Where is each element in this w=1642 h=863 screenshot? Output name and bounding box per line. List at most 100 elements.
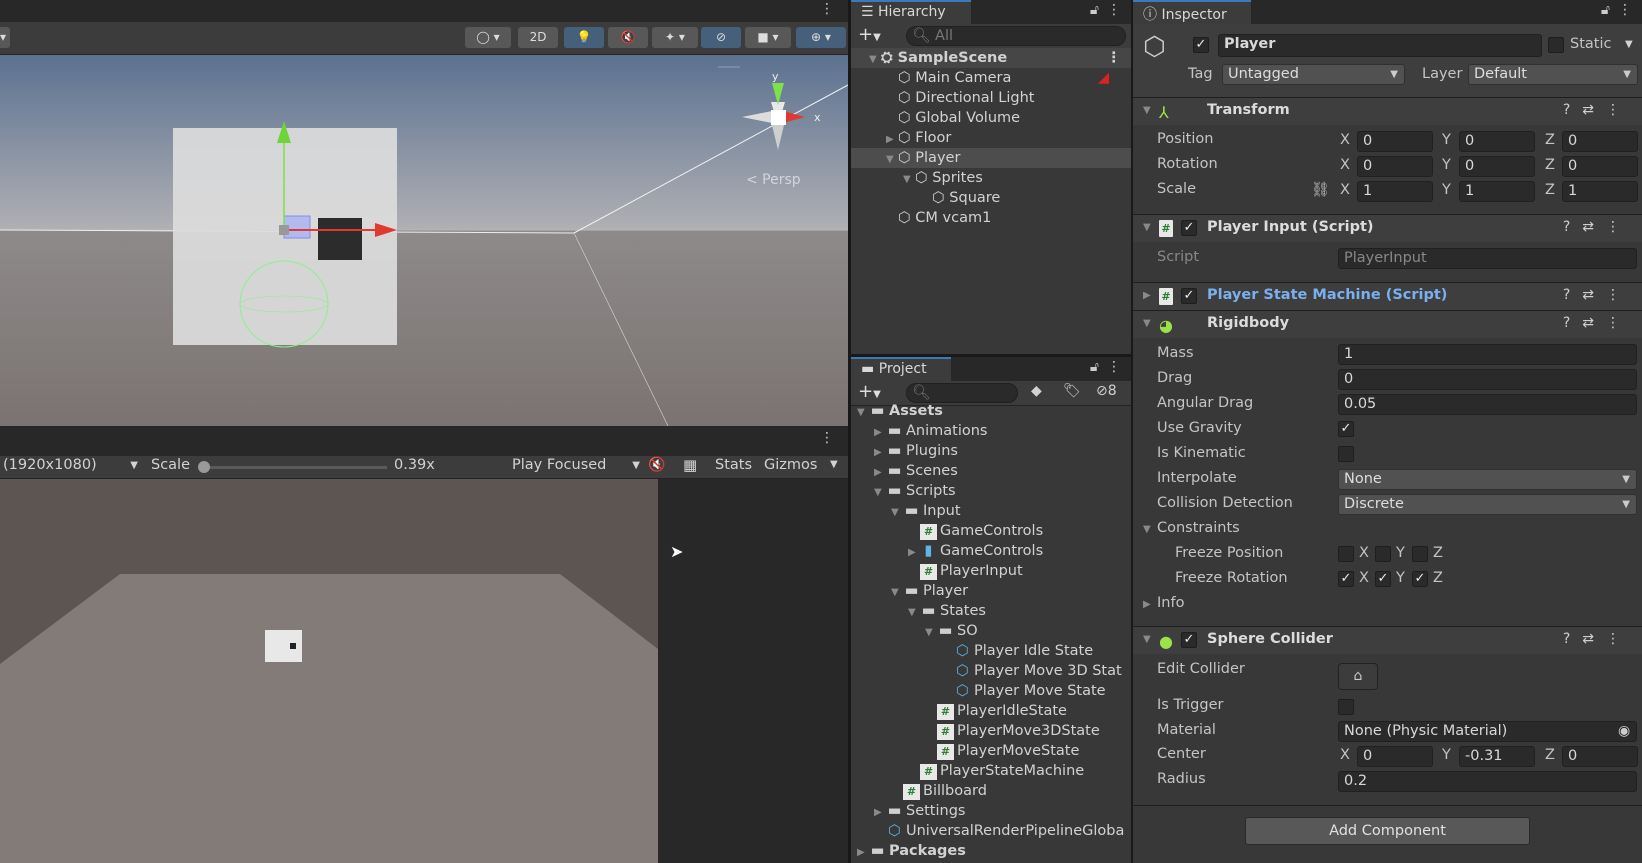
help-icon[interactable]: ? <box>1563 102 1582 118</box>
expand-arrow-icon[interactable]: ▶ <box>874 463 886 483</box>
more-icon[interactable]: ⋮ <box>1606 287 1632 303</box>
hidden-packages-icon[interactable]: ⊘8 <box>1096 383 1117 399</box>
gameobject-icon[interactable]: ⬡ <box>1143 32 1166 62</box>
project-item[interactable]: ▶ ▬ Settings <box>851 801 1131 821</box>
component-enabled-checkbox[interactable]: ✓ <box>1181 632 1197 648</box>
expand-arrow-icon[interactable]: ▶ <box>874 423 886 443</box>
project-more-icon[interactable]: ⋮ <box>1107 359 1121 375</box>
more-icon[interactable]: ⋮ <box>1606 102 1632 118</box>
freeze-rotation-z[interactable]: ✓ <box>1412 571 1428 587</box>
filter-label-icon[interactable]: 🏷︎ <box>1063 383 1081 399</box>
project-item[interactable]: ▼ ▬ Player <box>851 581 1131 601</box>
freeze-rotation-y[interactable]: ✓ <box>1375 571 1391 587</box>
mass-input[interactable]: 1 <box>1338 344 1637 365</box>
project-item[interactable]: ▼ ▬ Assets <box>851 401 1131 421</box>
vector-field-y[interactable]: 0 <box>1459 156 1535 177</box>
vector-field-y[interactable]: 0 <box>1459 131 1535 152</box>
vector-field-y[interactable]: 1 <box>1459 181 1535 202</box>
tab-project[interactable]: ▬ Project <box>851 357 951 381</box>
expand-arrow-icon[interactable]: ▼ <box>886 150 898 170</box>
foldout-arrow-icon[interactable]: ▼ <box>1143 524 1155 535</box>
static-checkbox[interactable] <box>1548 37 1564 53</box>
angular-drag-input[interactable]: 0.05 <box>1338 394 1637 415</box>
project-item[interactable]: ⬡ Player Move 3D Stat <box>851 661 1131 681</box>
player-input-component[interactable]: ▼ # ✓ Player Input (Script) ?⇄⋮ <box>1133 214 1642 242</box>
vsync-button[interactable]: ▦ <box>683 456 697 474</box>
hierarchy-item[interactable]: ⬡ Directional Light <box>851 88 1131 108</box>
expand-arrow-icon[interactable]: ▼ <box>869 50 881 70</box>
mute-audio-button[interactable]: 🔇 <box>648 457 670 473</box>
vector-field-z[interactable]: 1 <box>1562 181 1638 202</box>
lighting-toggle[interactable]: 💡 <box>564 27 604 48</box>
draw-mode-button[interactable]: ◯ ▾ <box>465 27 511 48</box>
active-checkbox[interactable]: ✓ <box>1193 37 1209 53</box>
project-item[interactable]: # PlayerInput <box>851 561 1131 581</box>
layer-dropdown[interactable]: Default <box>1468 64 1638 85</box>
presets-icon[interactable]: ⇄ <box>1582 102 1606 118</box>
project-item[interactable]: ▶ ▬ Scenes <box>851 461 1131 481</box>
object-picker-icon[interactable]: ◉ <box>1618 723 1630 739</box>
more-icon[interactable]: ⋮ <box>1606 219 1632 235</box>
is-kinematic-checkbox[interactable] <box>1338 446 1354 462</box>
project-item[interactable]: ⬡ Player Idle State <box>851 641 1131 661</box>
hierarchy-item[interactable]: ▼ ⬡ Player <box>851 148 1131 168</box>
create-button[interactable]: +▼ <box>858 381 881 402</box>
vector-field-x[interactable]: 0 <box>1357 156 1433 177</box>
2d-toggle[interactable]: 2D <box>518 27 558 48</box>
hierarchy-more-icon[interactable]: ⋮ <box>1107 2 1121 18</box>
project-item[interactable]: ▼ ▬ SO <box>851 621 1131 641</box>
vector-field-z[interactable]: 0 <box>1562 131 1638 152</box>
stats-button[interactable]: Stats <box>715 457 752 473</box>
foldout-arrow-icon[interactable]: ▶ <box>1143 599 1155 610</box>
project-item[interactable]: ▶ ▮ GameControls <box>851 541 1131 561</box>
presets-icon[interactable]: ⇄ <box>1582 631 1606 647</box>
help-icon[interactable]: ? <box>1563 287 1582 303</box>
play-mode-dropdown[interactable]: Play Focused ▼ <box>512 457 640 473</box>
is-trigger-checkbox[interactable] <box>1338 699 1354 715</box>
rigidbody-component[interactable]: ▼ ◕ Rigidbody ?⇄⋮ <box>1133 310 1642 338</box>
add-component-button[interactable]: Add Component <box>1245 817 1530 845</box>
create-button[interactable]: +▼ <box>858 24 881 45</box>
scene-tool-dropdown[interactable]: ▾ <box>0 27 10 48</box>
expand-arrow-icon[interactable]: ▼ <box>857 403 869 423</box>
freeze-position-z[interactable] <box>1412 546 1428 562</box>
foldout-arrow-icon[interactable]: ▼ <box>1143 318 1155 329</box>
foldout-arrow-icon[interactable]: ▼ <box>1143 222 1155 233</box>
interpolate-dropdown[interactable]: None <box>1338 469 1637 490</box>
tag-dropdown[interactable]: Untagged <box>1222 64 1405 85</box>
expand-arrow-icon[interactable]: ▼ <box>903 170 915 190</box>
vector-field-z[interactable]: 0 <box>1562 746 1638 767</box>
game-more-icon[interactable]: ⋮ <box>820 430 834 446</box>
project-item[interactable]: ⬡ UniversalRenderPipelineGloba <box>851 821 1131 841</box>
presets-icon[interactable]: ⇄ <box>1582 287 1606 303</box>
project-item[interactable]: # PlayerMove3DState <box>851 721 1131 741</box>
sphere-collider-component[interactable]: ▼ ● ✓ Sphere Collider ?⇄⋮ <box>1133 626 1642 654</box>
more-icon[interactable]: ⋮ <box>1606 315 1632 331</box>
project-item[interactable]: # PlayerMoveState <box>851 741 1131 761</box>
visibility-toggle[interactable]: ⊘ <box>701 27 741 48</box>
scene-more-icon[interactable]: ⋮ <box>1107 48 1122 68</box>
component-enabled-checkbox[interactable]: ✓ <box>1181 220 1197 236</box>
expand-arrow-icon[interactable]: ▶ <box>874 443 886 463</box>
player-state-machine-component[interactable]: ▶ # ✓ Player State Machine (Script) ?⇄⋮ <box>1133 282 1642 310</box>
vector-field-x[interactable]: 0 <box>1357 131 1433 152</box>
scene-viewport[interactable]: y x < Persp <box>0 55 848 426</box>
material-field[interactable]: None (Physic Material) <box>1338 721 1637 742</box>
more-icon[interactable]: ⋮ <box>1606 631 1632 647</box>
gizmos-dropdown-arrow[interactable]: ▼ <box>830 459 838 470</box>
filter-type-icon[interactable]: ◆ <box>1031 383 1042 399</box>
freeze-rotation-x[interactable]: ✓ <box>1338 571 1354 587</box>
hierarchy-item[interactable]: ▼ ⬡ Sprites <box>851 168 1131 188</box>
expand-arrow-icon[interactable]: ▼ <box>925 623 937 643</box>
drag-input[interactable]: 0 <box>1338 369 1637 390</box>
static-dropdown[interactable]: ▼ <box>1625 39 1633 50</box>
foldout-arrow-icon[interactable]: ▼ <box>1143 634 1155 645</box>
vector-field-z[interactable]: 0 <box>1562 156 1638 177</box>
project-item[interactable]: ▶ ▬ Packages <box>851 841 1131 861</box>
foldout-arrow-icon[interactable]: ▶ <box>1143 290 1155 301</box>
gizmos-button[interactable]: Gizmos <box>764 457 817 473</box>
hierarchy-item[interactable]: ▶ ⬡ Floor <box>851 128 1131 148</box>
collision-detection-dropdown[interactable]: Discrete <box>1338 494 1637 515</box>
lock-icon[interactable]: 🔓︎ <box>1090 2 1099 18</box>
constrain-proportions-icon[interactable]: ⛓ <box>1311 181 1329 198</box>
